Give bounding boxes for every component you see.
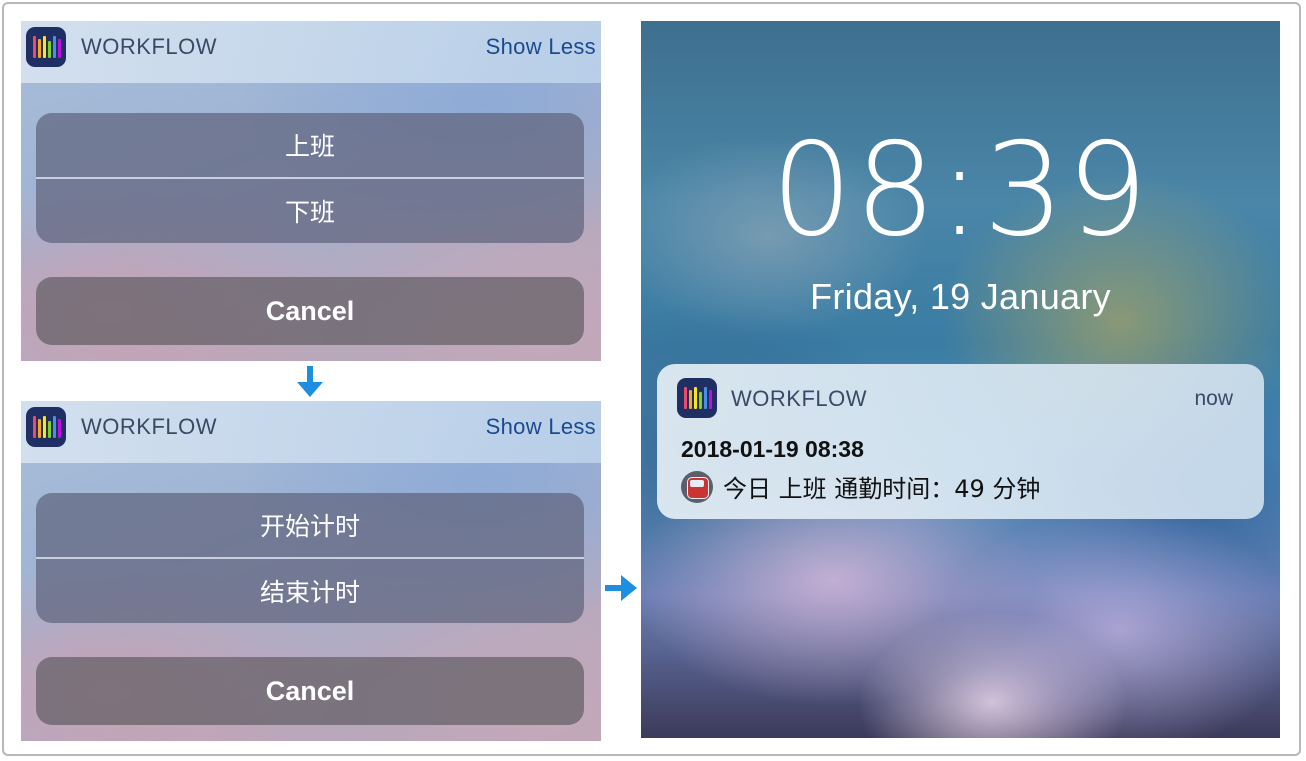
- widget-panel-1: WORKFLOW Show Less 上班 下班 Cancel: [21, 21, 601, 361]
- cancel-button[interactable]: Cancel: [36, 657, 584, 725]
- notification-body: 今日 上班 通勤时间：49 分钟: [681, 469, 1040, 504]
- widget-header: WORKFLOW Show Less: [21, 21, 601, 83]
- action-button-group: 开始计时 结束计时: [36, 493, 584, 623]
- lock-screen-date: Friday, 19 January: [810, 276, 1111, 317]
- notification-body-text: 今日 上班 通勤时间：49 分钟: [723, 475, 1041, 503]
- show-less-button[interactable]: Show Less: [486, 414, 596, 440]
- action-button-group: 上班 下班: [36, 113, 584, 243]
- metro-train-icon: [681, 470, 713, 503]
- workflow-app-icon: [26, 407, 66, 447]
- app-name: WORKFLOW: [81, 34, 217, 59]
- notification-card[interactable]: WORKFLOW now 2018-01-19 08:38 今日 上班 通勤时间…: [657, 364, 1264, 519]
- workflow-app-icon: [26, 27, 66, 67]
- cancel-button[interactable]: Cancel: [36, 277, 584, 345]
- widget-panel-2: WORKFLOW Show Less 开始计时 结束计时 Cancel: [21, 401, 601, 741]
- action-button-go-to-work[interactable]: 上班: [36, 113, 584, 179]
- action-button-stop-timer[interactable]: 结束计时: [36, 559, 584, 623]
- arrow-right-icon: [605, 575, 637, 601]
- notification-title: 2018-01-19 08:38: [681, 436, 864, 462]
- lock-screen-clock: 08:39: [771, 116, 1150, 265]
- action-button-start-timer[interactable]: 开始计时: [36, 493, 584, 559]
- notification-app-name: WORKFLOW: [731, 386, 867, 411]
- arrow-down-icon: [297, 366, 323, 397]
- action-button-leave-work[interactable]: 下班: [36, 179, 584, 243]
- lock-screen: 08:39 Friday, 19 January WORKFLOW now 20…: [641, 21, 1280, 738]
- notification-time: now: [1194, 387, 1233, 410]
- widget-header: WORKFLOW Show Less: [21, 401, 601, 463]
- workflow-app-icon: [677, 378, 717, 418]
- app-name: WORKFLOW: [81, 414, 217, 439]
- show-less-button[interactable]: Show Less: [486, 34, 596, 60]
